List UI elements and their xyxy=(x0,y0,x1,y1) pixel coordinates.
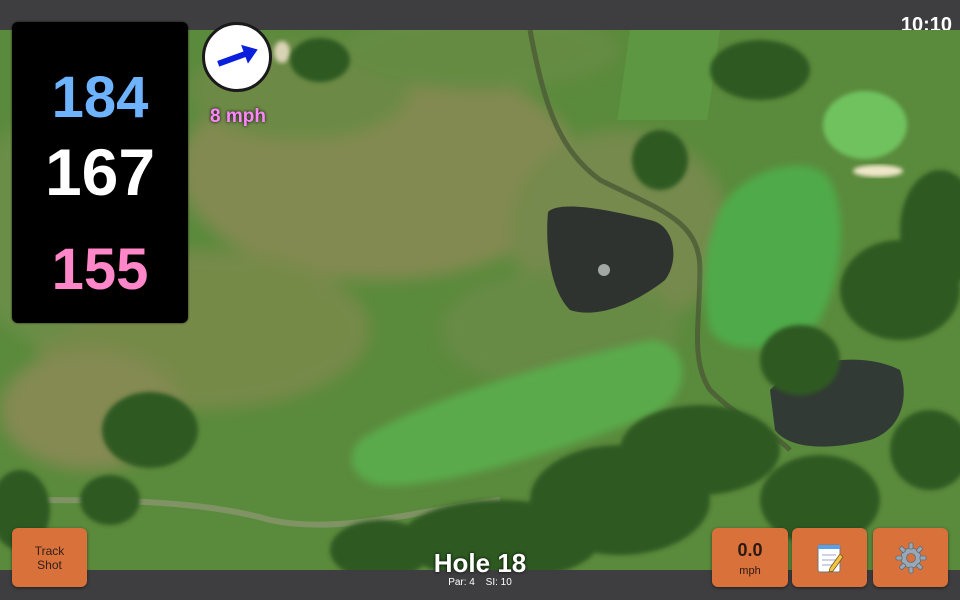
speed-button[interactable]: 0.0 mph xyxy=(712,528,788,587)
settings-button[interactable] xyxy=(873,528,948,587)
notepad-icon xyxy=(817,544,844,573)
track-shot-label: Track Shot xyxy=(34,543,65,572)
wind-speed-label: 8 mph xyxy=(210,106,266,127)
front-distance: 155 xyxy=(51,237,149,302)
gear-icon xyxy=(895,542,926,573)
middle-distance: 167 xyxy=(44,135,156,209)
distance-panel: 184 167 155 xyxy=(12,22,188,323)
speed-unit: mph xyxy=(739,564,761,577)
arrow-icon xyxy=(217,44,258,67)
hole-info: Par: 4 SI: 10 xyxy=(380,577,580,588)
notes-button[interactable] xyxy=(792,528,867,587)
track-shot-button[interactable]: Track Shot xyxy=(12,528,87,587)
hole-title: Hole 18 xyxy=(433,548,527,578)
speed-value: 0.0 xyxy=(737,539,763,560)
wind-direction-indicator xyxy=(202,22,272,92)
hole-par: Par: 4 xyxy=(448,577,475,588)
back-distance: 184 xyxy=(51,65,149,130)
hole-stroke-index: SI: 10 xyxy=(485,577,512,588)
